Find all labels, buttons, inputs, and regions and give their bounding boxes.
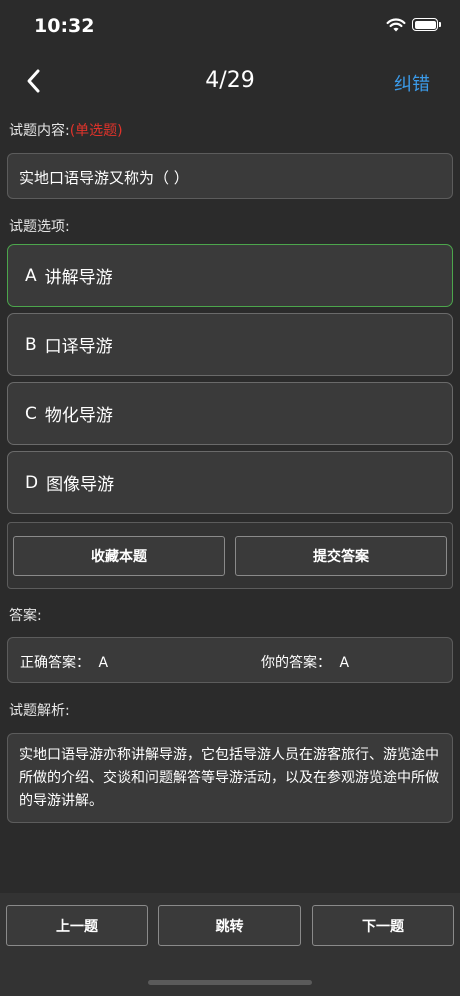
prev-question-button[interactable]: 上一题 — [6, 905, 148, 946]
action-panel: 收藏本题 提交答案 — [7, 522, 453, 589]
option-letter: A — [25, 265, 37, 286]
option-letter: B — [25, 334, 37, 355]
report-error-button[interactable]: 纠错 — [394, 70, 430, 96]
question-section-label: 试题内容: — [9, 123, 70, 139]
your-answer-label: 你的答案： — [261, 655, 331, 671]
correct-answer: 正确答案： A — [20, 652, 108, 672]
option-text: 讲解导游 — [44, 268, 113, 288]
home-indicator — [148, 980, 312, 985]
option-text: 图像导游 — [46, 475, 115, 495]
question-header: 试题内容:(单选题) — [9, 120, 123, 140]
option-a[interactable]: A 讲解导游 — [7, 244, 453, 307]
submit-answer-button[interactable]: 提交答案 — [235, 536, 447, 576]
analysis-box: 实地口语导游亦称讲解导游，它包括导游人员在游客旅行、游览途中所做的介绍、交谈和问… — [7, 733, 453, 823]
question-text: 实地口语导游又称为（ ） — [19, 169, 189, 187]
your-answer: 你的答案： A — [261, 652, 349, 672]
bottom-nav-bar: 上一题 跳转 下一题 — [0, 893, 460, 996]
analysis-text: 实地口语导游亦称讲解导游，它包括导游人员在游客旅行、游览途中所做的介绍、交谈和问… — [19, 747, 439, 809]
jump-button[interactable]: 跳转 — [158, 905, 301, 946]
options-section-label: 试题选项: — [9, 219, 70, 235]
answer-box: 正确答案： A 你的答案： A — [7, 637, 453, 683]
option-b[interactable]: B 口译导游 — [7, 313, 453, 376]
option-d[interactable]: D 图像导游 — [7, 451, 453, 514]
wifi-icon — [386, 18, 406, 32]
analysis-section-label: 试题解析: — [9, 703, 70, 719]
next-question-button[interactable]: 下一题 — [312, 905, 454, 946]
your-answer-value: A — [339, 655, 350, 671]
page-title: 4/29 — [205, 68, 255, 93]
nav-bar: 4/29 纠错 — [0, 54, 460, 110]
correct-answer-label: 正确答案： — [20, 655, 90, 671]
question-type-label: (单选题) — [69, 123, 123, 139]
status-bar: 10:32 — [0, 0, 460, 54]
correct-answer-value: A — [98, 655, 109, 671]
option-letter: C — [25, 403, 37, 424]
option-c[interactable]: C 物化导游 — [7, 382, 453, 445]
answer-section-label: 答案: — [9, 608, 42, 624]
question-text-box: 实地口语导游又称为（ ） — [7, 153, 453, 199]
status-time: 10:32 — [34, 15, 95, 37]
battery-icon — [412, 18, 441, 31]
option-text: 口译导游 — [44, 337, 113, 357]
favorite-button[interactable]: 收藏本题 — [13, 536, 225, 576]
option-text: 物化导游 — [44, 406, 113, 426]
option-letter: D — [25, 472, 39, 493]
